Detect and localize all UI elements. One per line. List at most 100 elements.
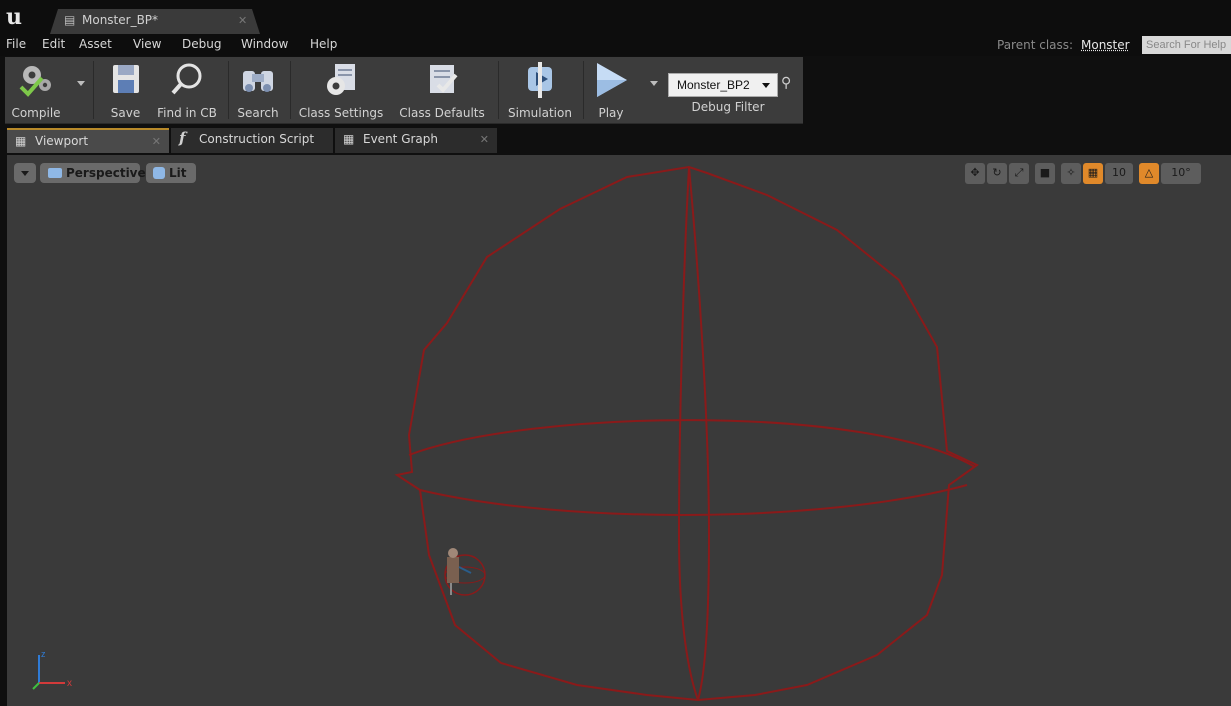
toolbar-divider	[498, 61, 499, 119]
rotate-tool-button[interactable]: ↻	[987, 163, 1007, 184]
sphere-equator	[419, 484, 968, 516]
close-icon[interactable]: ✕	[152, 135, 161, 148]
play-triangle-icon	[597, 63, 627, 97]
class-defaults-button[interactable]: Class Defaults	[393, 57, 491, 124]
tab-event-graph[interactable]: ▦ Event Graph ✕	[335, 128, 497, 153]
chevron-down-icon	[21, 171, 29, 176]
menu-debug[interactable]: Debug	[182, 37, 221, 51]
toolbar-divider	[228, 61, 229, 119]
title-bar: u ▤ Monster_BP* ✕	[0, 0, 1231, 34]
play-button[interactable]: Play	[587, 57, 635, 124]
grid-snap-value[interactable]: 10	[1105, 163, 1133, 184]
class-settings-label: Class Settings	[298, 106, 384, 120]
debug-object-value: Monster_BP2	[677, 78, 750, 92]
simulation-button[interactable]: Simulation	[503, 57, 577, 124]
search-button[interactable]: Search	[233, 57, 283, 124]
rotation-snap-toggle[interactable]: △	[1139, 163, 1159, 184]
class-settings-button[interactable]: Class Settings	[295, 57, 387, 124]
editor-tab-bar: ▦ Viewport ✕ f Construction Script ▦ Eve…	[0, 125, 1231, 153]
debug-object-select[interactable]: Monster_BP2	[668, 73, 778, 97]
axis-indicator: z x	[32, 649, 72, 690]
world-local-toggle[interactable]: ■	[1035, 163, 1055, 184]
surface-snap-button[interactable]: ✧	[1061, 163, 1081, 184]
play-options-chevron-down-icon[interactable]	[650, 81, 658, 86]
binoculars-icon	[243, 71, 273, 92]
menu-file[interactable]: File	[6, 37, 26, 51]
toolbar-divider	[583, 61, 584, 119]
find-in-cb-label: Find in CB	[157, 106, 217, 120]
menu-bar: File Edit Asset View Debug Window Help P…	[0, 34, 1231, 56]
function-f-icon: f	[179, 129, 186, 147]
document-tab[interactable]: ▤ Monster_BP* ✕	[50, 9, 260, 34]
simulation-play-icon	[528, 62, 552, 98]
surface-snap-icon: ✧	[1066, 166, 1076, 179]
floppy-disk-icon	[112, 65, 139, 93]
tab-construction-script[interactable]: f Construction Script	[171, 128, 333, 153]
compile-label: Compile	[11, 106, 61, 120]
move-arrows-icon: ✥	[970, 166, 980, 179]
perspective-label: Perspective	[66, 166, 146, 180]
parent-class-label: Parent class:	[997, 38, 1074, 52]
search-icon[interactable]: ⚲	[781, 75, 791, 91]
compile-gear-check-icon	[19, 66, 51, 97]
scene-wireframe[interactable]	[7, 155, 1231, 706]
angle-icon: △	[1144, 166, 1154, 179]
close-icon[interactable]: ✕	[480, 133, 489, 146]
class-settings-gear-icon	[327, 64, 355, 95]
event-graph-icon: ▦	[343, 132, 355, 146]
play-label: Play	[598, 106, 624, 120]
close-icon[interactable]: ✕	[238, 14, 247, 27]
toolbar-divider	[290, 61, 291, 119]
sphere-collision-wireframe	[394, 165, 979, 702]
lit-label: Lit	[169, 166, 187, 180]
compile-button[interactable]: Compile	[5, 57, 67, 124]
menu-help[interactable]: Help	[310, 37, 337, 51]
blueprint-doc-icon: ▤	[64, 13, 76, 27]
sphere-equator	[408, 419, 976, 468]
class-defaults-label: Class Defaults	[399, 106, 485, 120]
search-label: Search	[237, 106, 279, 120]
tab-viewport-label: Viewport	[35, 134, 89, 148]
axis-x-label: x	[67, 678, 72, 689]
rotation-snap-value-label: 10°	[1171, 166, 1191, 179]
tab-event-graph-label: Event Graph	[363, 132, 438, 146]
compile-options-chevron-down-icon[interactable]	[77, 81, 85, 86]
menu-window[interactable]: Window	[241, 37, 288, 51]
menu-asset[interactable]: Asset	[79, 37, 112, 51]
grid-snap-value-label: 10	[1112, 166, 1126, 179]
tab-viewport[interactable]: ▦ Viewport ✕	[7, 128, 169, 153]
menu-view[interactable]: View	[133, 37, 161, 51]
chevron-down-icon	[762, 83, 770, 88]
unreal-logo[interactable]: u	[6, 5, 22, 29]
grid-snap-toggle[interactable]: ▦	[1083, 163, 1103, 184]
rotation-snap-value[interactable]: 10°	[1161, 163, 1201, 184]
grid-icon: ▦	[1087, 166, 1099, 179]
camera-icon	[48, 168, 62, 178]
cube-icon: ■	[1039, 166, 1051, 179]
toolbar-divider	[93, 61, 94, 119]
class-defaults-checklist-icon	[430, 65, 458, 93]
toolbar: Compile Save Find in CB Search Class Set…	[5, 57, 803, 124]
save-label: Save	[110, 106, 141, 120]
help-search-input[interactable]	[1142, 36, 1231, 54]
translate-tool-button[interactable]: ✥	[965, 163, 985, 184]
simulation-label: Simulation	[508, 106, 572, 120]
viewport-options-button[interactable]	[14, 163, 36, 183]
parent-class-link[interactable]: Monster	[1081, 38, 1130, 52]
magnifier-icon	[171, 63, 202, 95]
lit-button[interactable]: Lit	[146, 163, 196, 183]
find-in-cb-button[interactable]: Find in CB	[153, 57, 221, 124]
rotate-icon: ↻	[992, 166, 1002, 179]
debug-filter-label: Debug Filter	[691, 100, 765, 114]
perspective-button[interactable]: Perspective	[40, 163, 146, 183]
lighting-icon	[153, 167, 165, 179]
sphere-meridian	[688, 166, 711, 701]
scale-icon: ⤢	[1014, 166, 1024, 179]
axis-z-label: z	[41, 649, 46, 659]
tab-construction-script-label: Construction Script	[199, 132, 315, 146]
scale-tool-button[interactable]: ⤢	[1009, 163, 1029, 184]
save-button[interactable]: Save	[103, 57, 148, 124]
viewport-grid-icon: ▦	[15, 134, 27, 148]
viewport[interactable]: Perspective Lit ✥ ↻ ⤢ ■ ✧ ▦ 10 △ 10° z x	[7, 155, 1231, 706]
menu-edit[interactable]: Edit	[42, 37, 65, 51]
